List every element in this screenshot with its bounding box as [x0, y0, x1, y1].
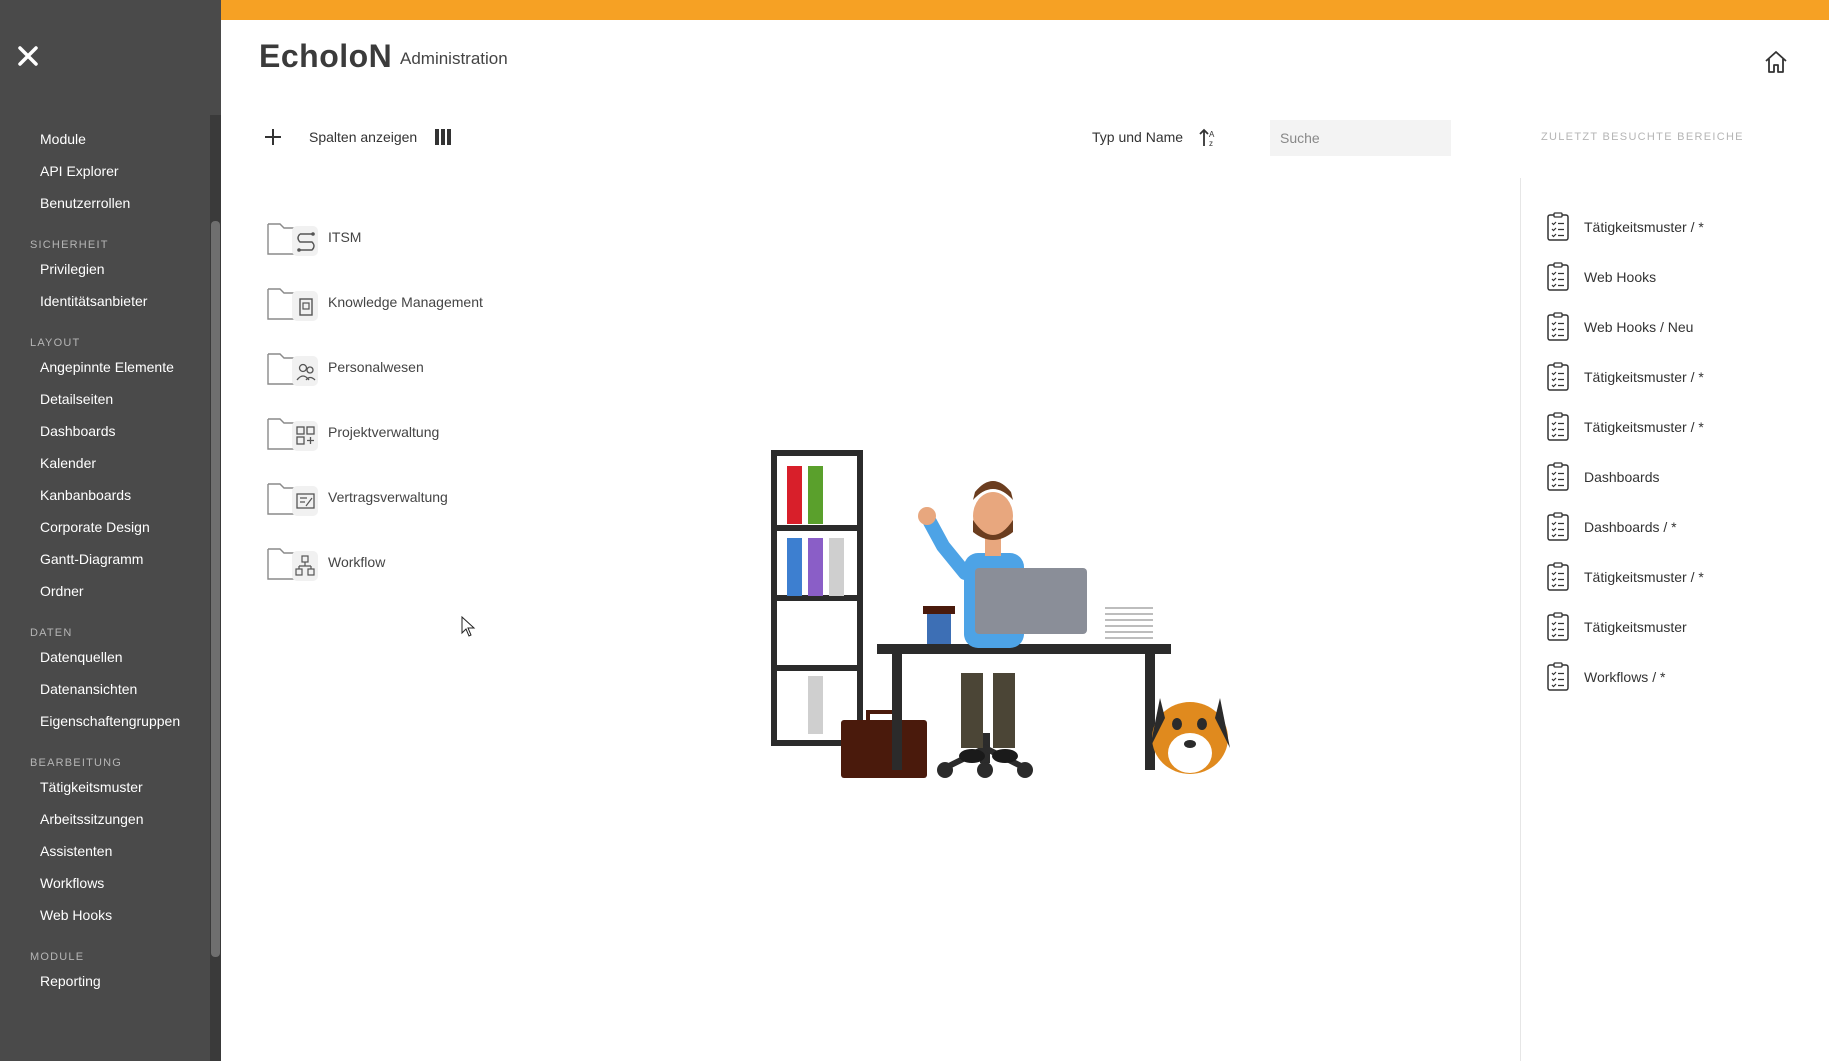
checklist-clipboard-icon [1545, 662, 1571, 692]
sidebar: Module API Explorer Benutzerrollen SICHERHE… [0, 0, 221, 1061]
page-title: Administration [400, 49, 508, 68]
folder-label: Workflow [328, 554, 386, 570]
sidebar-item[interactable]: Module [0, 125, 210, 157]
recent-item-label: Web Hooks [1584, 269, 1657, 285]
empty-state-illustration [765, 448, 1245, 783]
sidebar-item[interactable]: Kanbanboards [0, 481, 210, 513]
columns-icon[interactable] [433, 127, 453, 147]
sidebar-item[interactable]: Web Hooks [0, 901, 210, 933]
show-columns-button[interactable]: Spalten anzeigen [309, 129, 417, 145]
recent-item-label: Tätigkeitsmuster [1584, 619, 1687, 635]
folder-item[interactable]: Knowledge Management [266, 283, 626, 323]
svg-text:A: A [1209, 130, 1215, 139]
sidebar-section-heading: BEARBEITUNG [30, 757, 123, 769]
mouse-cursor-icon [461, 615, 477, 638]
grid-plus-icon [266, 413, 318, 453]
sidebar-item[interactable]: Datenquellen [0, 643, 210, 675]
recent-item-label: Workflows / * [1584, 669, 1666, 685]
sidebar-section-heading: SICHERHEIT [30, 239, 109, 251]
sidebar-item[interactable]: Angepinnte Elemente [0, 353, 210, 385]
sidebar-item[interactable]: Arbeitssitzungen [0, 805, 210, 837]
checklist-clipboard-icon [1545, 512, 1571, 542]
sidebar-nav: Module API Explorer Benutzerrollen SICHERHE… [0, 125, 210, 999]
recent-item-label: Tätigkeitsmuster / * [1584, 219, 1704, 235]
checklist-clipboard-icon [1545, 462, 1571, 492]
checklist-clipboard-icon [1545, 362, 1571, 392]
vertical-divider [1520, 178, 1521, 1061]
top-accent-bar [221, 0, 1829, 20]
recent-areas-title: ZULETZT BESUCHTE BEREICHE [1541, 131, 1744, 143]
sidebar-section-heading: MODULE [30, 951, 85, 963]
folder-item[interactable]: Workflow [266, 543, 626, 583]
sidebar-item[interactable]: Detailseiten [0, 385, 210, 417]
sidebar-item[interactable]: Tätigkeitsmuster [0, 773, 210, 805]
recent-item-label: Web Hooks / Neu [1584, 319, 1694, 335]
folder-label: Projektverwaltung [328, 424, 440, 440]
recent-item-label: Tätigkeitsmuster / * [1584, 419, 1704, 435]
sidebar-item[interactable]: Reporting [0, 967, 210, 999]
search-input[interactable] [1270, 120, 1451, 156]
knowledge-icon [266, 283, 318, 323]
sort-button[interactable]: Typ und Name [1092, 129, 1183, 145]
close-icon[interactable] [14, 42, 42, 70]
sidebar-item[interactable]: Identitätsanbieter [0, 287, 210, 319]
recent-item[interactable]: Tätigkeitsmuster / * [1545, 210, 1805, 244]
sidebar-item[interactable]: Gantt-Diagramm [0, 545, 210, 577]
recent-item[interactable]: Web Hooks / Neu [1545, 310, 1805, 344]
people-icon [266, 348, 318, 388]
sidebar-item[interactable]: Assistenten [0, 837, 210, 869]
workflow-icon [266, 543, 318, 583]
sidebar-item[interactable]: Dashboards [0, 417, 210, 449]
sidebar-item[interactable]: Ordner [0, 577, 210, 609]
itsm-icon [266, 218, 318, 258]
svg-text:z: z [1209, 139, 1213, 148]
folder-item[interactable]: Vertragsverwaltung [266, 478, 626, 518]
folder-item[interactable]: Projektverwaltung [266, 413, 626, 453]
sidebar-item[interactable]: Eigenschaftengruppen [0, 707, 210, 739]
sidebar-item[interactable]: API Explorer [0, 157, 210, 189]
folder-label: Knowledge Management [328, 294, 483, 310]
folder-label: ITSM [328, 229, 362, 245]
sidebar-scrollbar-thumb[interactable] [211, 221, 220, 957]
checklist-clipboard-icon [1545, 412, 1571, 442]
recent-item[interactable]: Tätigkeitsmuster / * [1545, 560, 1805, 594]
contract-icon [266, 478, 318, 518]
folder-item[interactable]: Personalwesen [266, 348, 626, 388]
sidebar-item[interactable]: Datenansichten [0, 675, 210, 707]
recent-item[interactable]: Web Hooks [1545, 260, 1805, 294]
sidebar-item[interactable]: Benutzerrollen [0, 189, 210, 221]
sidebar-section-heading: LAYOUT [30, 337, 81, 349]
recent-item[interactable]: Dashboards / * [1545, 510, 1805, 544]
recent-item[interactable]: Dashboards [1545, 460, 1805, 494]
recent-item-label: Dashboards [1584, 469, 1660, 485]
folder-item[interactable]: ITSM [266, 218, 626, 258]
sidebar-item[interactable]: Privilegien [0, 255, 210, 287]
folder-label: Personalwesen [328, 359, 424, 375]
folder-label: Vertragsverwaltung [328, 489, 448, 505]
checklist-clipboard-icon [1545, 562, 1571, 592]
checklist-clipboard-icon [1545, 612, 1571, 642]
checklist-clipboard-icon [1545, 262, 1571, 292]
recent-item-label: Tätigkeitsmuster / * [1584, 569, 1704, 585]
sidebar-item[interactable]: Kalender [0, 449, 210, 481]
add-icon[interactable] [262, 126, 284, 148]
sidebar-item[interactable]: Workflows [0, 869, 210, 901]
recent-item[interactable]: Workflows / * [1545, 660, 1805, 694]
sidebar-scrollbar[interactable] [210, 115, 221, 1061]
app-title: EcholoN [259, 38, 393, 74]
recent-item-label: Dashboards / * [1584, 519, 1677, 535]
sidebar-item[interactable]: Corporate Design [0, 513, 210, 545]
checklist-clipboard-icon [1545, 212, 1571, 242]
home-icon[interactable] [1762, 48, 1790, 76]
recent-item-label: Tätigkeitsmuster / * [1584, 369, 1704, 385]
sort-az-icon[interactable]: A z [1198, 127, 1220, 149]
recent-item[interactable]: Tätigkeitsmuster [1545, 610, 1805, 644]
sidebar-section-heading: DATEN [30, 627, 73, 639]
checklist-clipboard-icon [1545, 312, 1571, 342]
recent-item[interactable]: Tätigkeitsmuster / * [1545, 410, 1805, 444]
recent-item[interactable]: Tätigkeitsmuster / * [1545, 360, 1805, 394]
